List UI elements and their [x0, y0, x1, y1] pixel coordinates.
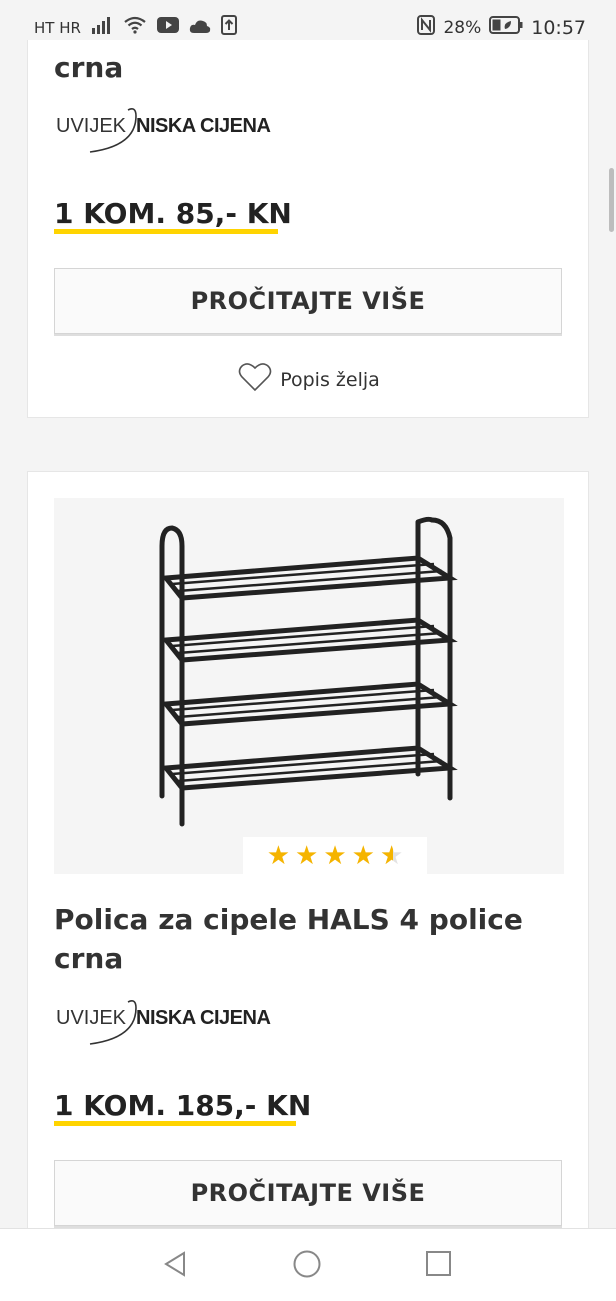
brand-left-text: UVIJEK: [56, 115, 127, 137]
product-card: ★ ★ ★ ★ ★ ★ Polica za cipele HALS 4 polic…: [27, 471, 589, 1271]
battery-icon: [489, 16, 523, 39]
rating-stars: ★ ★ ★ ★ ★ ★: [243, 837, 427, 875]
wishlist-link[interactable]: Popis želja: [28, 362, 590, 397]
product-image[interactable]: ★ ★ ★ ★ ★ ★: [54, 498, 564, 875]
heart-icon: [238, 362, 272, 397]
nfc-icon: [417, 15, 436, 40]
signal-icon: [91, 16, 113, 39]
brand-logo: UVIJEK NISKA CIJENA: [54, 994, 294, 1048]
youtube-icon: [156, 17, 179, 38]
scrollbar[interactable]: [609, 168, 614, 232]
recents-icon[interactable]: [424, 1249, 454, 1283]
wishlist-label: Popis želja: [280, 368, 380, 391]
brand-left-text: UVIJEK: [56, 1007, 127, 1029]
cloud-icon: [189, 18, 211, 38]
product-title[interactable]: Polica za cipele HALS 4 police crna: [54, 900, 554, 978]
carrier-label: HT HR: [34, 18, 81, 37]
product-card: crna UVIJEK NISKA CIJENA 1 KOM. 85,- KN …: [27, 40, 589, 418]
read-more-button[interactable]: PROČITAJTE VIŠE: [54, 268, 562, 334]
half-star-icon: ★ ★: [379, 841, 404, 871]
back-icon[interactable]: [160, 1249, 190, 1283]
wifi-icon: [123, 16, 147, 39]
price-underline: [54, 1121, 296, 1126]
clock: 10:57: [531, 16, 586, 39]
brand-right-text: NISKA CIJENA: [136, 1007, 270, 1029]
star-icon: ★: [266, 841, 291, 871]
star-icon: ★: [323, 841, 347, 871]
product-title[interactable]: crna: [54, 48, 554, 87]
battery-percent: 28%: [443, 17, 482, 38]
navigation-bar: [0, 1228, 616, 1301]
price-underline: [54, 229, 278, 234]
upload-icon: [220, 15, 237, 40]
read-more-button[interactable]: PROČITAJTE VIŠE: [54, 1160, 562, 1226]
price: 1 KOM. 85,- KN: [54, 197, 292, 230]
star-icon: ★: [295, 841, 319, 871]
brand-right-text: NISKA CIJENA: [136, 115, 270, 137]
price: 1 KOM. 185,- KN: [54, 1089, 312, 1122]
brand-logo: UVIJEK NISKA CIJENA: [54, 102, 294, 156]
home-icon[interactable]: [292, 1249, 322, 1283]
star-icon: ★: [351, 841, 375, 871]
